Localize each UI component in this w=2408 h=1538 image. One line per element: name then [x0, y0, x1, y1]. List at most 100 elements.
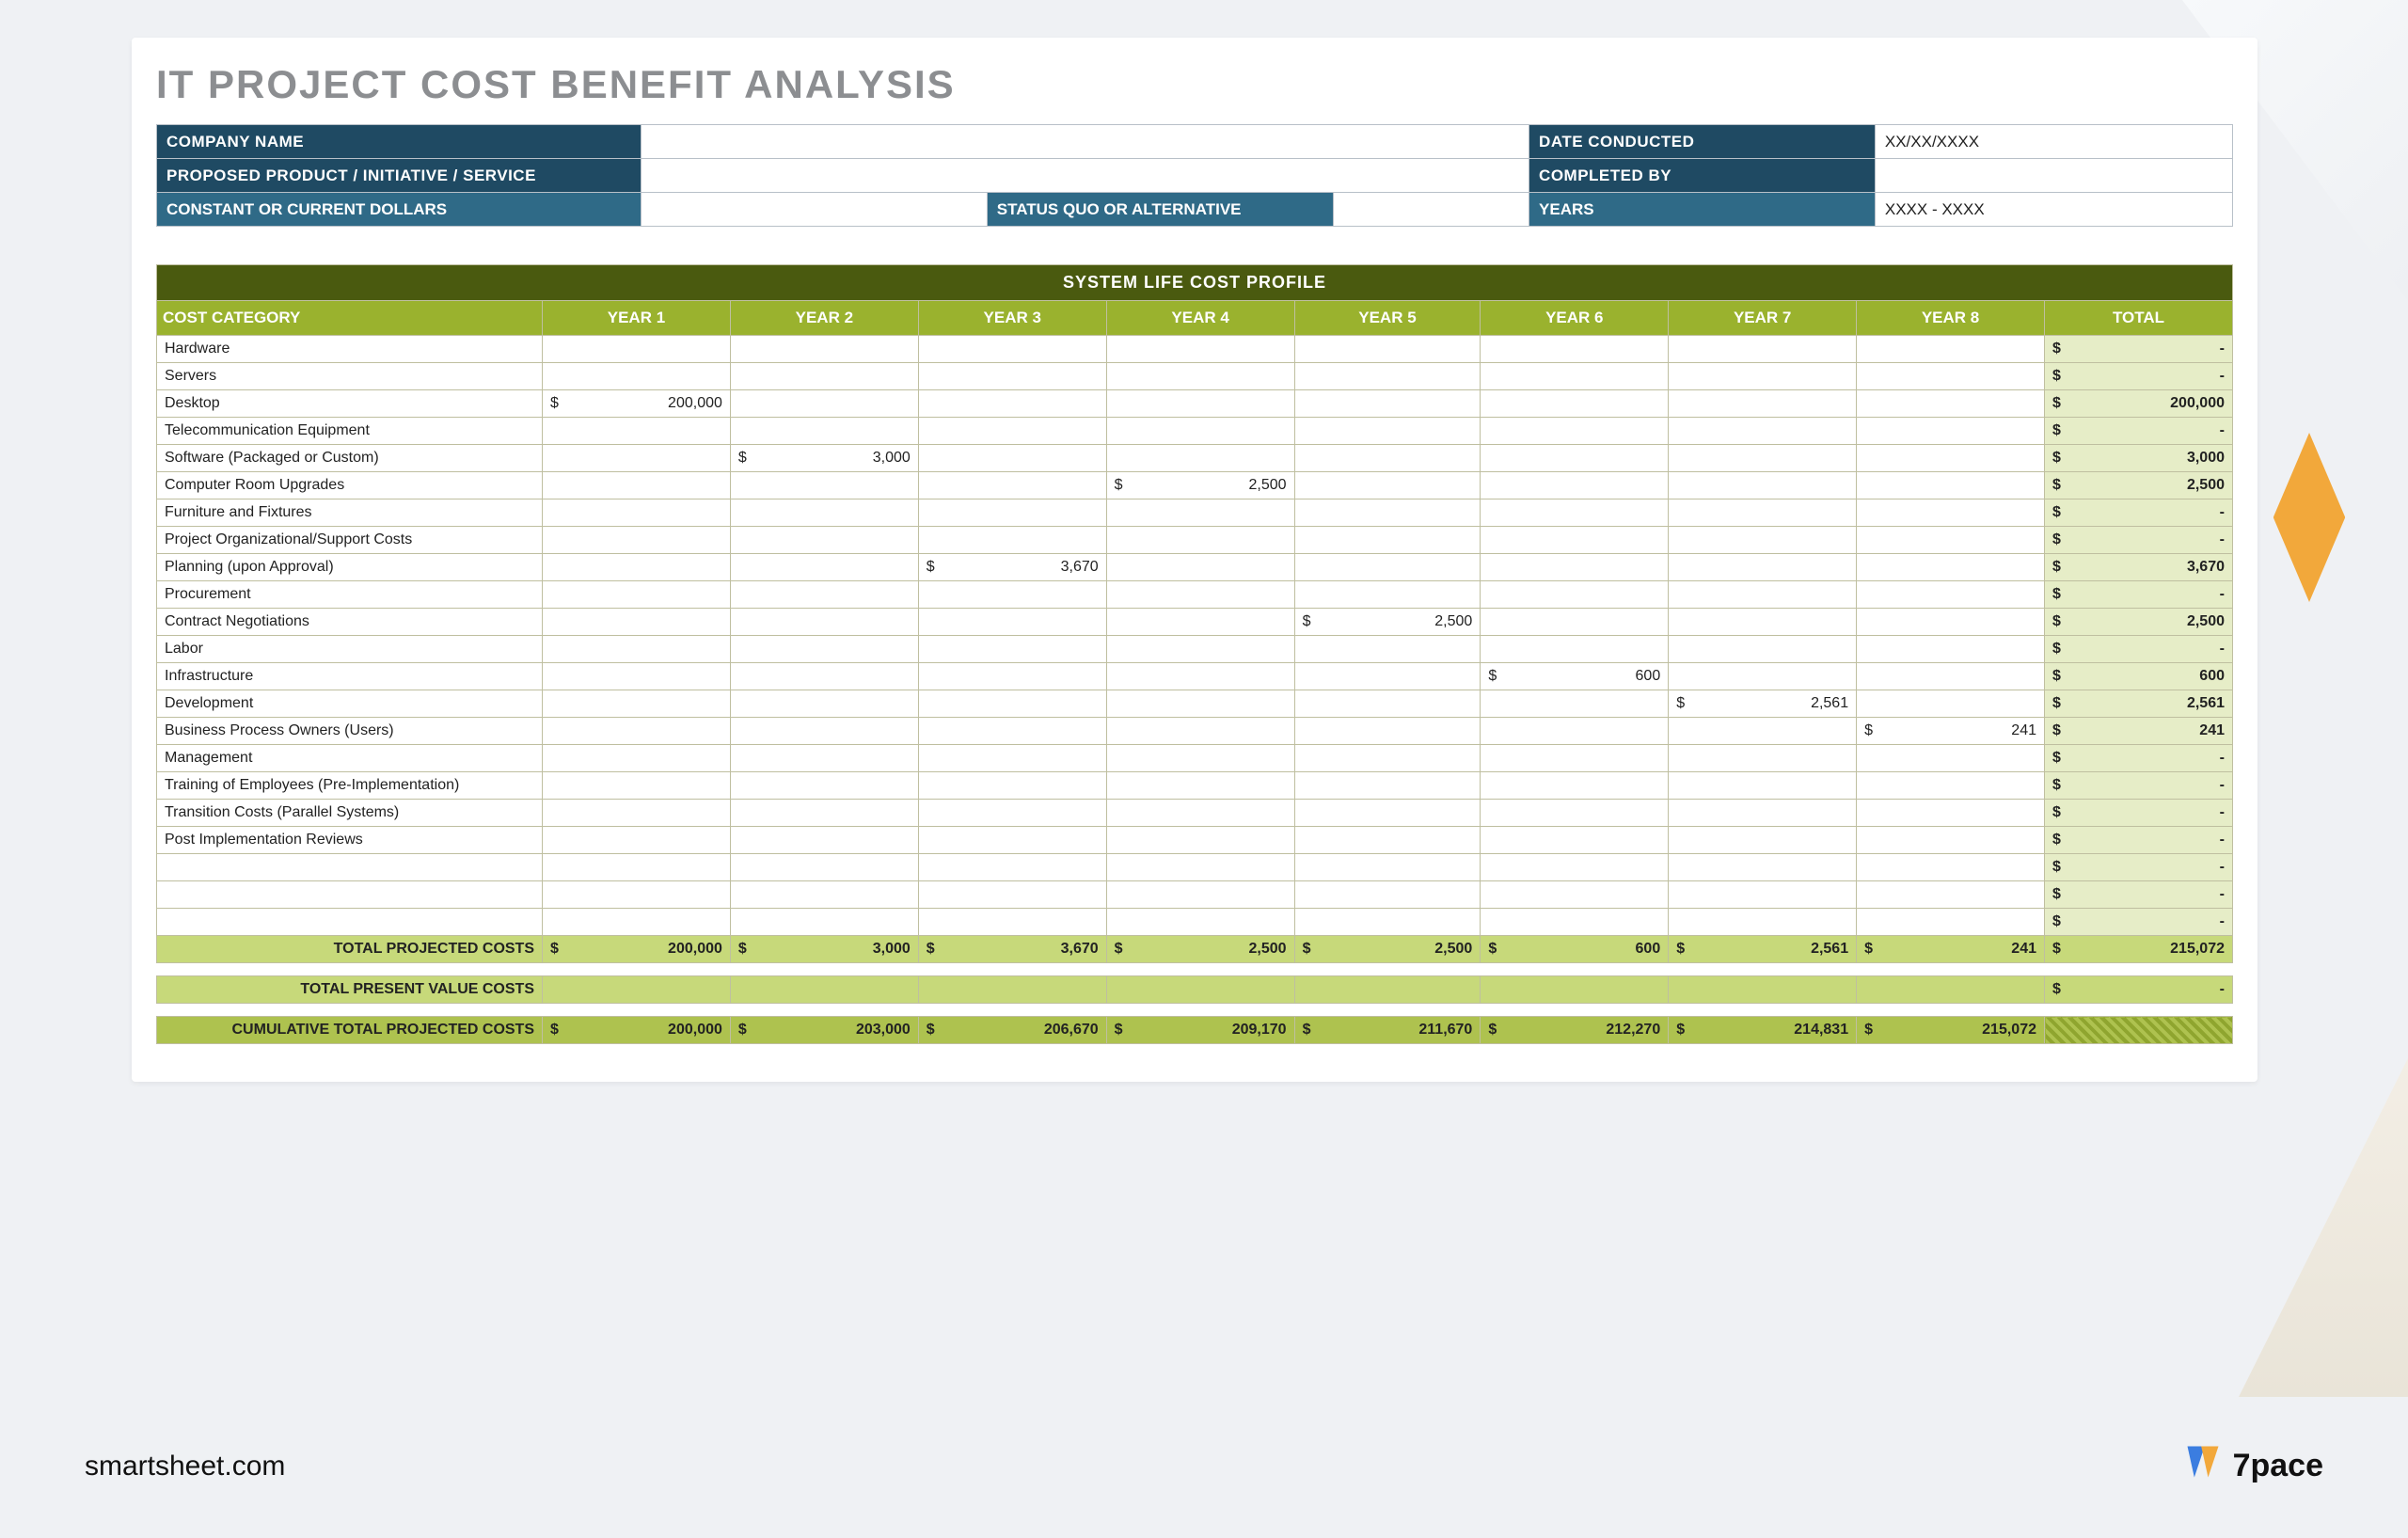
cost-cell[interactable] [1294, 690, 1481, 718]
cost-cell[interactable]: $600 [1481, 663, 1669, 690]
cost-cell[interactable] [1669, 745, 1857, 772]
cost-cell[interactable] [1481, 636, 1669, 663]
cost-cell[interactable] [543, 827, 731, 854]
cost-cell[interactable] [1106, 445, 1294, 472]
cost-cell[interactable] [730, 800, 918, 827]
cost-cell[interactable] [543, 336, 731, 363]
cost-cell[interactable] [918, 363, 1106, 390]
cost-category-cell[interactable]: Software (Packaged or Custom) [157, 445, 543, 472]
cost-cell[interactable] [1857, 527, 2045, 554]
cost-cell[interactable] [918, 609, 1106, 636]
cost-cell[interactable] [1857, 390, 2045, 418]
cost-cell[interactable] [918, 336, 1106, 363]
cost-cell[interactable] [1481, 499, 1669, 527]
value-completed-by[interactable] [1875, 159, 2232, 193]
cost-cell[interactable] [1481, 554, 1669, 581]
cost-cell[interactable] [730, 609, 918, 636]
cost-cell[interactable] [543, 609, 731, 636]
cost-cell[interactable] [543, 472, 731, 499]
cost-category-cell[interactable]: Labor [157, 636, 543, 663]
cost-cell[interactable] [1669, 881, 1857, 909]
cost-cell[interactable] [730, 745, 918, 772]
cost-cell[interactable] [1106, 390, 1294, 418]
cost-cell[interactable]: $200,000 [543, 390, 731, 418]
cost-cell[interactable] [918, 800, 1106, 827]
cost-cell[interactable] [1481, 445, 1669, 472]
cost-cell[interactable] [1669, 663, 1857, 690]
cost-cell[interactable] [730, 418, 918, 445]
cost-cell[interactable] [1294, 854, 1481, 881]
cost-cell[interactable] [730, 472, 918, 499]
cost-cell[interactable] [1294, 581, 1481, 609]
cost-cell[interactable] [1669, 636, 1857, 663]
cost-cell[interactable] [1294, 772, 1481, 800]
cost-cell[interactable] [1857, 418, 2045, 445]
cost-cell[interactable] [543, 881, 731, 909]
cost-cell[interactable] [1481, 909, 1669, 936]
cost-cell[interactable]: $2,500 [1106, 472, 1294, 499]
cost-cell[interactable] [730, 881, 918, 909]
cost-cell[interactable] [1106, 418, 1294, 445]
cost-cell[interactable] [1857, 800, 2045, 827]
cost-cell[interactable] [1669, 499, 1857, 527]
cost-cell[interactable] [1481, 527, 1669, 554]
cost-cell[interactable] [543, 772, 731, 800]
cost-cell[interactable] [543, 445, 731, 472]
cost-cell[interactable] [1294, 636, 1481, 663]
cost-cell[interactable] [1481, 800, 1669, 827]
cost-cell[interactable] [543, 690, 731, 718]
cost-cell[interactable] [1106, 745, 1294, 772]
cost-cell[interactable] [1669, 800, 1857, 827]
cost-cell[interactable] [918, 663, 1106, 690]
cost-cell[interactable] [918, 854, 1106, 881]
cost-cell[interactable] [1294, 336, 1481, 363]
cost-cell[interactable]: $2,561 [1669, 690, 1857, 718]
cost-cell[interactable] [1106, 663, 1294, 690]
cost-cell[interactable] [543, 718, 731, 745]
cost-cell[interactable] [730, 772, 918, 800]
cost-category-cell[interactable]: Development [157, 690, 543, 718]
cost-cell[interactable] [730, 581, 918, 609]
cost-category-cell[interactable]: Contract Negotiations [157, 609, 543, 636]
cost-cell[interactable] [730, 690, 918, 718]
cost-cell[interactable] [1294, 827, 1481, 854]
cost-cell[interactable] [1294, 909, 1481, 936]
cost-cell[interactable] [1669, 772, 1857, 800]
cost-category-cell[interactable]: Project Organizational/Support Costs [157, 527, 543, 554]
cost-cell[interactable] [543, 909, 731, 936]
cost-cell[interactable] [1857, 554, 2045, 581]
cost-cell[interactable] [1294, 390, 1481, 418]
cost-category-cell[interactable]: Infrastructure [157, 663, 543, 690]
cost-cell[interactable] [1857, 363, 2045, 390]
cost-cell[interactable] [1857, 609, 2045, 636]
cost-cell[interactable] [1857, 636, 2045, 663]
cost-category-cell[interactable]: Planning (upon Approval) [157, 554, 543, 581]
cost-cell[interactable] [543, 581, 731, 609]
cost-cell[interactable] [918, 499, 1106, 527]
cost-cell[interactable] [918, 527, 1106, 554]
value-product[interactable] [641, 159, 1529, 193]
cost-cell[interactable] [1857, 745, 2045, 772]
cost-category-cell[interactable]: Computer Room Upgrades [157, 472, 543, 499]
cost-category-cell[interactable]: Desktop [157, 390, 543, 418]
cost-cell[interactable] [1106, 854, 1294, 881]
cost-category-cell[interactable]: Business Process Owners (Users) [157, 718, 543, 745]
cost-cell[interactable] [543, 363, 731, 390]
cost-cell[interactable] [918, 472, 1106, 499]
cost-cell[interactable] [1106, 718, 1294, 745]
cost-cell[interactable] [1294, 527, 1481, 554]
cost-cell[interactable] [1106, 827, 1294, 854]
cost-cell[interactable] [1106, 690, 1294, 718]
cost-cell[interactable] [1294, 418, 1481, 445]
cost-cell[interactable] [1857, 336, 2045, 363]
cost-cell[interactable] [730, 636, 918, 663]
cost-cell[interactable] [1481, 745, 1669, 772]
cost-cell[interactable] [918, 418, 1106, 445]
cost-cell[interactable] [1481, 690, 1669, 718]
cost-cell[interactable] [1857, 881, 2045, 909]
cost-category-cell[interactable]: Transition Costs (Parallel Systems) [157, 800, 543, 827]
cost-cell[interactable] [1669, 472, 1857, 499]
cost-cell[interactable] [918, 772, 1106, 800]
cost-cell[interactable] [918, 745, 1106, 772]
cost-cell[interactable] [1857, 690, 2045, 718]
